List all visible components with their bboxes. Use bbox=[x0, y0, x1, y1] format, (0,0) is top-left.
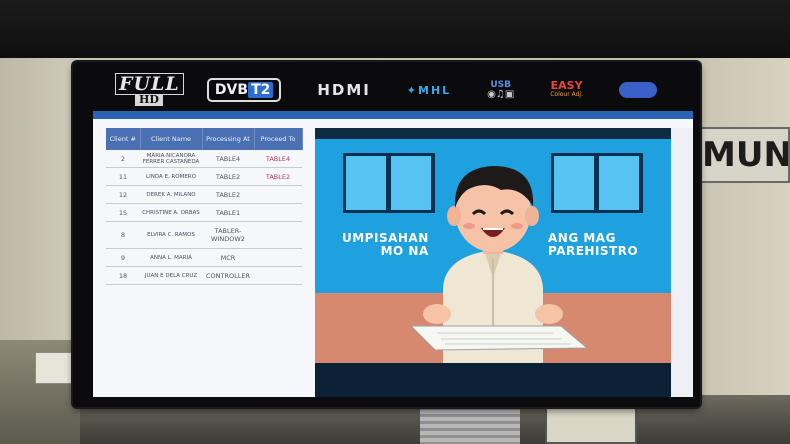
table-row: 15 CHRISTINE A. ORBAS TABLE1 bbox=[106, 203, 302, 222]
easy-text: EASY bbox=[550, 79, 583, 92]
easy-colour-logo: EASY Colour Adj. bbox=[550, 79, 583, 99]
easy-subtext: Colour Adj. bbox=[550, 91, 583, 98]
header-proceed-to: Proceed To bbox=[254, 128, 303, 150]
client-number: 2 bbox=[106, 150, 140, 168]
proceed-to bbox=[254, 185, 302, 204]
client-number: 9 bbox=[106, 248, 140, 267]
client-name: CHRISTINE A. ORBAS bbox=[140, 203, 202, 222]
table-row: 2 MARIA NICANORA FERRER CASTAÑEDA TABLE4… bbox=[106, 150, 302, 168]
t2-text: T2 bbox=[248, 82, 274, 98]
media-icons: ◉♫▣ bbox=[487, 89, 515, 100]
processing-at: MCR bbox=[202, 248, 254, 267]
tv-logo-strip: FULL HD DVB T2 HDMI ✦MHL USB ◉♫▣ EASY Col… bbox=[97, 70, 675, 110]
screen-right-margin bbox=[671, 128, 693, 397]
client-name: MARIA NICANORA FERRER CASTAÑEDA bbox=[140, 150, 202, 168]
client-number: 11 bbox=[106, 167, 140, 186]
client-name: ANNA L. MARIA bbox=[140, 248, 202, 267]
header-client-number: Client # bbox=[106, 128, 141, 150]
video-bottom-band bbox=[315, 363, 671, 397]
client-name: LINDA E. ROMERO bbox=[140, 167, 202, 186]
dvb-t2-logo: DVB T2 bbox=[206, 78, 282, 102]
proceed-to bbox=[254, 203, 302, 222]
header-client-name: Client Name bbox=[140, 128, 203, 150]
header-processing-at: Processing At bbox=[202, 128, 255, 150]
client-number: 15 bbox=[106, 203, 140, 222]
queue-table: Client # Client Name Processing At Proce… bbox=[106, 128, 303, 285]
screen-header-bar bbox=[93, 111, 693, 119]
usb-logo: USB ◉♫▣ bbox=[487, 80, 514, 100]
table-row: 12 DEREK A. MILANO TABLE2 bbox=[106, 185, 302, 204]
client-number: 8 bbox=[106, 221, 140, 249]
full-hd-logo: FULL HD bbox=[114, 73, 184, 107]
tv-screen: Client # Client Name Processing At Proce… bbox=[93, 111, 693, 397]
processing-at: TABLER-WINDOW2 bbox=[202, 221, 254, 249]
queue-header-row: Client # Client Name Processing At Proce… bbox=[106, 128, 303, 150]
caption-right-line-2: PAREHISTRO bbox=[548, 244, 639, 258]
client-name: DEREK A. MILANO bbox=[140, 185, 202, 204]
client-name: JUAN E DELA CRUZ bbox=[140, 266, 202, 285]
client-number: 18 bbox=[106, 266, 140, 285]
full-hd-logo-top: FULL bbox=[114, 73, 184, 95]
wall-sign: MUNI bbox=[688, 127, 790, 183]
full-hd-logo-bottom: HD bbox=[134, 94, 163, 106]
television: FULL HD DVB T2 HDMI ✦MHL USB ◉♫▣ EASY Col… bbox=[73, 62, 700, 407]
mhl-logo: ✦MHL bbox=[406, 83, 452, 97]
processing-at: TABLE1 bbox=[202, 203, 254, 222]
table-row: 8 ELVIRA C. RAMOS TABLER-WINDOW2 bbox=[106, 221, 302, 249]
table-row: 18 JUAN E DELA CRUZ CONTROLLER bbox=[106, 266, 302, 285]
caption-left: UMPISAHAN MO NA bbox=[342, 232, 429, 258]
caption-left-line-2: MO NA bbox=[380, 244, 429, 258]
proceed-to: TABLE2 bbox=[254, 167, 302, 186]
proceed-to bbox=[254, 248, 302, 267]
processing-at: TABLE4 bbox=[202, 150, 254, 168]
table-row: 11 LINDA E. ROMERO TABLE2 TABLE2 bbox=[106, 167, 302, 186]
caption-right: ANG MAG PAREHISTRO bbox=[548, 232, 638, 258]
hdmi-logo: HDMI bbox=[317, 81, 371, 99]
table-row: 9 ANNA L. MARIA MCR bbox=[106, 248, 302, 267]
client-name: ELVIRA C. RAMOS bbox=[140, 221, 202, 249]
video-panel: UMPISAHAN MO NA ANG MAG PAREHISTRO bbox=[315, 128, 671, 363]
processing-at: CONTROLLER bbox=[202, 266, 254, 285]
left-paper-sign bbox=[35, 352, 77, 384]
proceed-to bbox=[254, 266, 302, 285]
brand-badge-logo bbox=[618, 82, 657, 98]
processing-at: TABLE2 bbox=[202, 167, 254, 186]
processing-at: TABLE2 bbox=[202, 185, 254, 204]
proceed-to bbox=[254, 221, 302, 249]
client-number: 12 bbox=[106, 185, 140, 204]
proceed-to: TABLE4 bbox=[254, 150, 302, 168]
bottom-plaque bbox=[545, 404, 637, 444]
mhl-text: MHL bbox=[418, 83, 452, 97]
dvb-text: DVB bbox=[214, 82, 249, 98]
ceiling bbox=[0, 0, 790, 58]
